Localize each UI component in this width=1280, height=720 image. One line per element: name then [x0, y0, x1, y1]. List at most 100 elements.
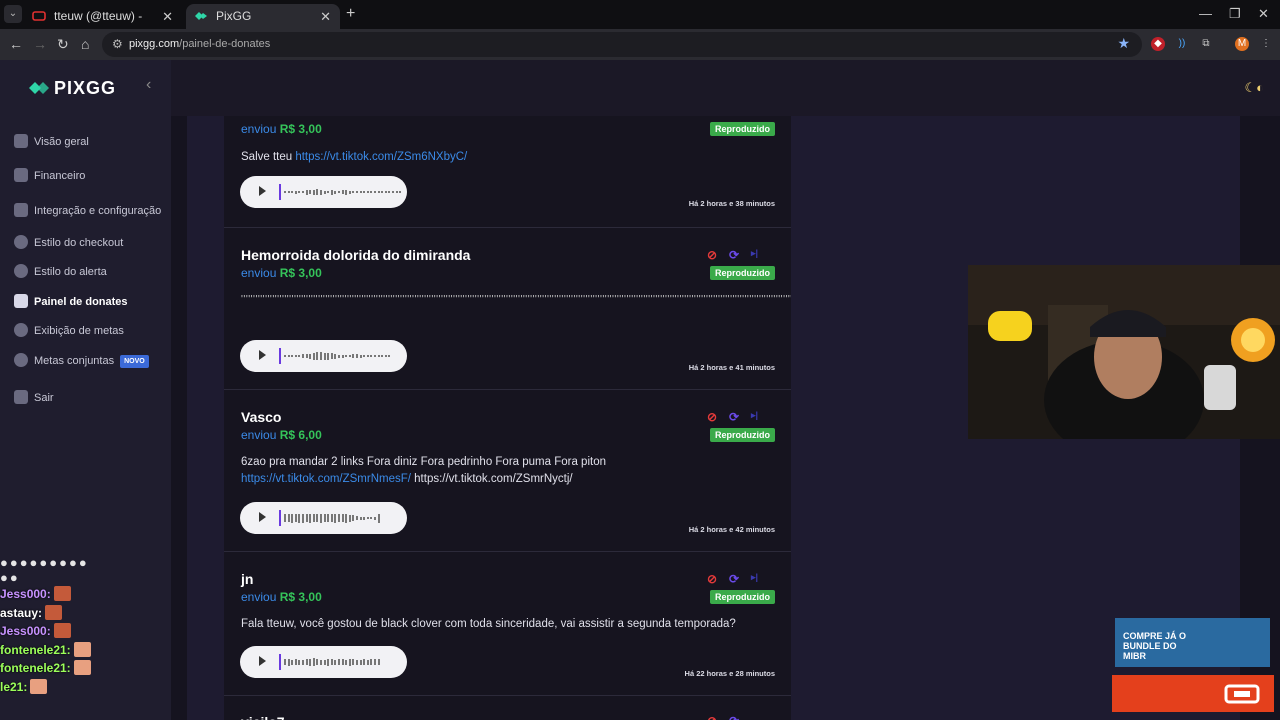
playhead[interactable] — [279, 654, 281, 670]
webcam-overlay — [968, 265, 1280, 439]
replay-icon[interactable]: ⟳ — [729, 714, 739, 720]
chat-message: fontenele21: — [0, 659, 170, 678]
forward-icon[interactable]: → — [33, 36, 47, 52]
message-link[interactable]: https://vt.tiktok.com/ZSm6NXbyC/ — [295, 151, 467, 163]
skip-icon[interactable]: ▸| — [751, 572, 758, 583]
donation-card: vicilo7 ⊘ ⟳ — [224, 696, 791, 720]
waveform[interactable] — [284, 654, 394, 670]
playhead[interactable] — [279, 184, 281, 200]
sidebar-item-painel-donates[interactable]: Painel de donates — [14, 293, 128, 311]
play-icon[interactable] — [259, 350, 266, 360]
play-icon[interactable] — [259, 186, 266, 196]
address-bar[interactable]: ⚙ pixgg.com/painel-de-donates ★ — [102, 32, 1142, 57]
window-close-icon[interactable]: ✕ — [1258, 6, 1269, 22]
play-icon[interactable] — [259, 512, 266, 522]
block-icon[interactable]: ⊘ — [707, 572, 717, 586]
donation-card: Hemorroida dolorida do dimiranda enviou … — [224, 228, 791, 390]
home-icon — [14, 134, 28, 148]
bookmark-star-icon[interactable]: ★ — [1117, 35, 1130, 52]
sidebar-item-integracao[interactable]: Integração e configuração — [14, 202, 161, 220]
sidebar-item-metas-conjuntas[interactable]: Metas conjuntas NOVO — [14, 352, 149, 370]
donation-amount: R$ 6,00 — [279, 428, 322, 442]
tab-pixgg[interactable]: PixGG ✕ — [186, 4, 340, 29]
browser-menu-icon[interactable]: ⋮ — [1259, 37, 1273, 51]
block-icon[interactable]: ⊘ — [707, 714, 717, 720]
donation-time: Há 2 horas e 42 minutos — [688, 525, 775, 534]
extension-wave-icon[interactable]: )) — [1175, 37, 1189, 51]
sponsor-banner[interactable]: COMPRE JÁ O BUNDLE DO MIBR — [1115, 618, 1270, 667]
close-tab-icon[interactable]: ✕ — [320, 4, 331, 29]
site-info-icon[interactable]: ⚙ — [112, 37, 123, 51]
donation-sent: enviou R$ 3,00 — [241, 266, 322, 280]
donation-message: ''''''''''''''''''''''''''''''''''''''''… — [241, 294, 791, 305]
audio-player[interactable] — [240, 340, 407, 372]
tab-vody[interactable]: tteuw (@tteuw) - vody.gg ✕ — [24, 4, 182, 48]
donation-time: Há 2 horas e 41 minutos — [688, 363, 775, 372]
browser-toolbar: ← → ↻ ⌂ ⚙ pixgg.com/painel-de-donates ★ … — [0, 29, 1280, 60]
url-text: pixgg.com/painel-de-donates — [129, 38, 271, 50]
sidebar-item-financeiro[interactable]: Financeiro — [14, 167, 85, 185]
audio-player[interactable] — [240, 646, 407, 678]
playhead[interactable] — [279, 348, 281, 364]
wallet-icon — [14, 168, 28, 182]
audio-player[interactable] — [240, 176, 407, 208]
block-icon[interactable]: ⊘ — [707, 410, 717, 424]
close-tab-icon[interactable]: ✕ — [162, 4, 173, 29]
profile-avatar[interactable]: M — [1235, 37, 1249, 51]
play-icon[interactable] — [259, 656, 266, 666]
pixgg-logo[interactable]: PIXGG — [28, 78, 116, 99]
waveform[interactable] — [284, 348, 394, 364]
browser-tab-bar: ⌄ tteuw (@tteuw) - vody.gg ✕ PixGG ✕ + —… — [0, 0, 1280, 48]
status-badge: Reproduzido — [710, 122, 775, 136]
hand-coin-icon — [14, 294, 28, 308]
block-icon[interactable]: ⊘ — [707, 248, 717, 262]
replay-icon[interactable]: ⟳ — [729, 410, 739, 424]
pixgg-logo-icon — [29, 82, 49, 94]
home-browser-icon[interactable]: ⌂ — [81, 36, 89, 52]
sidebar-item-estilo-checkout[interactable]: Estilo do checkout — [14, 234, 123, 252]
chat-message: le21: — [0, 678, 170, 697]
tab-title: PixGG — [216, 9, 252, 23]
audio-player[interactable] — [240, 502, 407, 534]
sidebar-item-visao-geral[interactable]: Visão geral — [14, 133, 89, 151]
replay-icon[interactable]: ⟳ — [729, 248, 739, 262]
skip-icon[interactable]: ▸| — [751, 248, 758, 259]
theme-toggle-icon[interactable]: ☾◐ — [1244, 80, 1264, 96]
donation-time: Há 22 horas e 28 minutos — [684, 669, 775, 678]
donation-sent: enviou R$ 3,00 — [241, 122, 322, 136]
chat-message: fontenele21: — [0, 641, 170, 660]
chat-message: astauy: — [0, 604, 170, 623]
new-tab-button[interactable]: + — [346, 5, 355, 23]
donation-card: jn enviou R$ 3,00 ⊘ ⟳ ▸| Reproduzido Fal… — [224, 552, 791, 696]
extension-shield-icon[interactable]: ◆ — [1151, 37, 1165, 51]
sponsor-logo-banner[interactable] — [1112, 675, 1274, 712]
collapse-sidebar-icon[interactable]: ‹ — [146, 76, 151, 94]
extensions-puzzle-icon[interactable]: ⧉ — [1199, 37, 1213, 51]
donation-sent: enviou R$ 3,00 — [241, 590, 322, 604]
minimize-icon[interactable]: — — [1199, 6, 1212, 21]
restore-icon[interactable]: ❐ — [1229, 6, 1241, 22]
back-icon[interactable]: ← — [9, 36, 23, 52]
message-link[interactable]: https://vt.tiktok.com/ZSmrNmesF/ — [241, 473, 411, 485]
sidebar-item-sair[interactable]: Sair — [14, 389, 54, 407]
reload-icon[interactable]: ↻ — [57, 36, 69, 53]
waveform[interactable] — [284, 510, 394, 526]
skip-icon[interactable]: ▸| — [751, 410, 758, 421]
donation-message: 6zao pra mandar 2 links Fora diniz Fora … — [241, 456, 606, 485]
star-icon — [14, 323, 28, 337]
sidebar-item-estilo-alerta[interactable]: Estilo do alerta — [14, 263, 107, 281]
chat-message: Jess000: — [0, 585, 170, 604]
emote-icon — [53, 623, 71, 638]
replay-icon[interactable]: ⟳ — [729, 572, 739, 586]
waveform[interactable] — [284, 184, 402, 200]
playhead[interactable] — [279, 510, 281, 526]
donation-card: Vasco enviou R$ 6,00 ⊘ ⟳ ▸| Reproduzido … — [224, 390, 791, 552]
sidebar-item-exibicao-metas[interactable]: Exibição de metas — [14, 322, 124, 340]
emote-icon — [45, 604, 63, 620]
pixgg-favicon-icon — [195, 12, 207, 20]
settings-icon — [14, 203, 28, 217]
donations-list[interactable]: enviou R$ 3,00 Reproduzido Salve tteu ht… — [224, 116, 791, 720]
tab-search-button[interactable]: ⌄ — [4, 5, 22, 23]
vody-favicon-icon — [32, 11, 46, 21]
content-rail — [171, 116, 187, 720]
